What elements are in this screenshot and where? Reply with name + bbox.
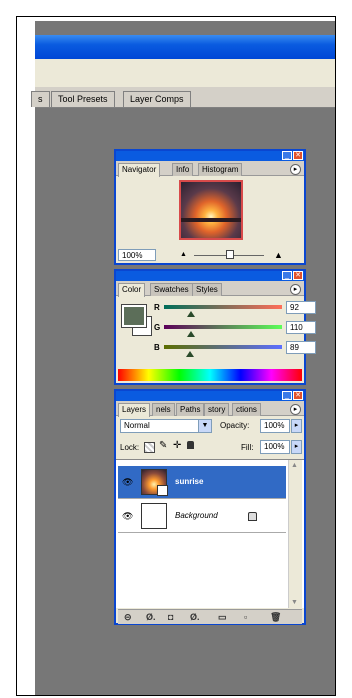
navigator-palette: _ ✕ Navigator Info Histogram ▸ 100% ▲ ▲ <box>114 149 306 265</box>
eye-icon[interactable]: 👁 <box>122 477 133 488</box>
adjustment-layer-icon[interactable]: Ø. <box>190 612 200 622</box>
new-group-icon[interactable]: ▭ <box>218 612 227 623</box>
scroll-down-icon[interactable]: ▼ <box>291 599 298 606</box>
layer-row-background[interactable]: 👁 Background <box>118 500 286 533</box>
tab-color[interactable]: Color <box>118 283 146 297</box>
b-label: B <box>154 343 160 352</box>
screenshot-frame: s Tool Presets Layer Comps _ ✕ Navigator… <box>16 16 336 696</box>
layer-row-sunrise[interactable]: 👁 sunrise <box>118 466 286 499</box>
layers-tabs: Layers nels Paths story ctions ▸ <box>116 401 304 417</box>
layers-title-bar[interactable]: _ ✕ <box>116 391 304 401</box>
lock-move-icon[interactable]: ✛ <box>173 440 181 451</box>
tab-layer-comps[interactable]: Layer Comps <box>123 91 191 107</box>
r-slider-track[interactable] <box>164 305 282 309</box>
opacity-field[interactable]: 100% <box>260 419 290 433</box>
blend-mode-value: Normal <box>124 421 150 430</box>
trash-icon[interactable]: 🗑 <box>270 612 281 623</box>
layer-thumbnail-background <box>141 503 167 529</box>
zoom-slider-thumb[interactable] <box>226 250 234 259</box>
link-layers-icon[interactable]: ⊝ <box>124 612 132 623</box>
treeline <box>181 218 241 222</box>
lock-icon <box>248 512 257 521</box>
palette-menu-icon[interactable]: ▸ <box>290 284 301 295</box>
fill-label: Fill: <box>241 443 254 452</box>
zoom-out-icon[interactable]: ▲ <box>180 251 187 258</box>
opacity-label: Opacity: <box>220 421 250 430</box>
layers-scrollbar[interactable]: ▲ ▼ <box>288 460 302 608</box>
tab-histogram[interactable]: Histogram <box>198 163 243 176</box>
blend-mode-select[interactable]: Normal ▼ <box>120 419 212 433</box>
close-icon[interactable]: ✕ <box>293 271 303 280</box>
minimize-icon[interactable]: _ <box>282 391 292 400</box>
g-value-field[interactable]: 110 <box>286 321 316 334</box>
eye-icon[interactable]: 👁 <box>122 511 133 522</box>
r-value-field[interactable]: 92 <box>286 301 316 314</box>
lock-transparency-icon[interactable] <box>144 442 155 453</box>
tab-channels[interactable]: nels <box>152 403 175 416</box>
scroll-up-icon[interactable]: ▲ <box>291 462 298 469</box>
navigator-tabs: Navigator Info Histogram ▸ <box>116 161 304 177</box>
zoom-in-icon[interactable]: ▲ <box>274 250 283 260</box>
tab-paths[interactable]: Paths <box>176 403 205 416</box>
new-layer-icon[interactable]: ▫ <box>244 612 247 622</box>
menu-bar <box>35 59 335 87</box>
photoshop-window: s Tool Presets Layer Comps _ ✕ Navigator… <box>31 21 335 695</box>
tab-styles[interactable]: Styles <box>192 283 222 296</box>
lock-brush-icon[interactable]: ✎ <box>159 440 167 451</box>
minimize-icon[interactable]: _ <box>282 151 292 160</box>
fill-field[interactable]: 100% <box>260 440 290 454</box>
tab-actions[interactable]: ctions <box>232 403 261 416</box>
opacity-arrow-icon[interactable]: ▸ <box>291 419 302 433</box>
navigator-title-bar[interactable]: _ ✕ <box>116 151 304 161</box>
tab-tool-presets[interactable]: Tool Presets <box>51 91 115 107</box>
palette-menu-icon[interactable]: ▸ <box>290 164 301 175</box>
palette-menu-icon[interactable]: ▸ <box>290 404 301 415</box>
r-label: R <box>154 303 160 312</box>
layer-name[interactable]: sunrise <box>175 477 203 486</box>
g-label: G <box>154 323 161 332</box>
color-ramp[interactable] <box>118 369 302 381</box>
minimize-icon[interactable]: _ <box>282 271 292 280</box>
layers-bottom-toolbar: ⊝ Ø. ◘ Ø. ▭ ▫ 🗑 <box>118 609 302 624</box>
r-slider-thumb[interactable] <box>187 311 195 317</box>
foreground-swatch[interactable] <box>121 304 147 328</box>
tab-layers[interactable]: Layers <box>118 403 151 417</box>
b-slider-thumb[interactable] <box>186 351 194 357</box>
color-tabs: Color Swatches Styles ▸ <box>116 281 304 297</box>
layers-palette: _ ✕ Layers nels Paths story ctions ▸ Nor… <box>114 389 306 625</box>
layers-list: 👁 sunrise 👁 Background ▲ ▼ <box>116 459 304 608</box>
close-icon[interactable]: ✕ <box>293 151 303 160</box>
b-value-field[interactable]: 89 <box>286 341 316 354</box>
tab-info[interactable]: Info <box>172 163 194 176</box>
color-palette: _ ✕ Color Swatches Styles ▸ R 92 G 110 B… <box>114 269 316 385</box>
tab-swatches[interactable]: Swatches <box>150 283 193 296</box>
lock-all-icon[interactable] <box>187 441 194 449</box>
zoom-field[interactable]: 100% <box>118 249 156 261</box>
tab-navigator[interactable]: Navigator <box>118 163 161 177</box>
lock-label: Lock: <box>120 443 140 452</box>
layer-thumbnail-sunrise <box>141 469 168 496</box>
palette-well: s Tool Presets Layer Comps <box>31 87 335 108</box>
window-title-bar <box>35 35 335 59</box>
color-title-bar[interactable]: _ ✕ <box>116 271 304 281</box>
layer-mask-icon <box>157 485 168 496</box>
tab-history[interactable]: story <box>204 403 230 416</box>
chevron-down-icon[interactable]: ▼ <box>198 420 211 432</box>
tab-brushes[interactable]: s <box>31 91 50 107</box>
navigator-preview[interactable] <box>179 180 243 240</box>
b-slider-track[interactable] <box>164 345 282 349</box>
layer-style-icon[interactable]: Ø. <box>146 612 156 622</box>
add-mask-icon[interactable]: ◘ <box>168 612 173 622</box>
g-slider-track[interactable] <box>164 325 282 329</box>
close-icon[interactable]: ✕ <box>293 391 303 400</box>
fill-arrow-icon[interactable]: ▸ <box>291 440 302 454</box>
layer-name[interactable]: Background <box>175 511 218 520</box>
g-slider-thumb[interactable] <box>187 331 195 337</box>
